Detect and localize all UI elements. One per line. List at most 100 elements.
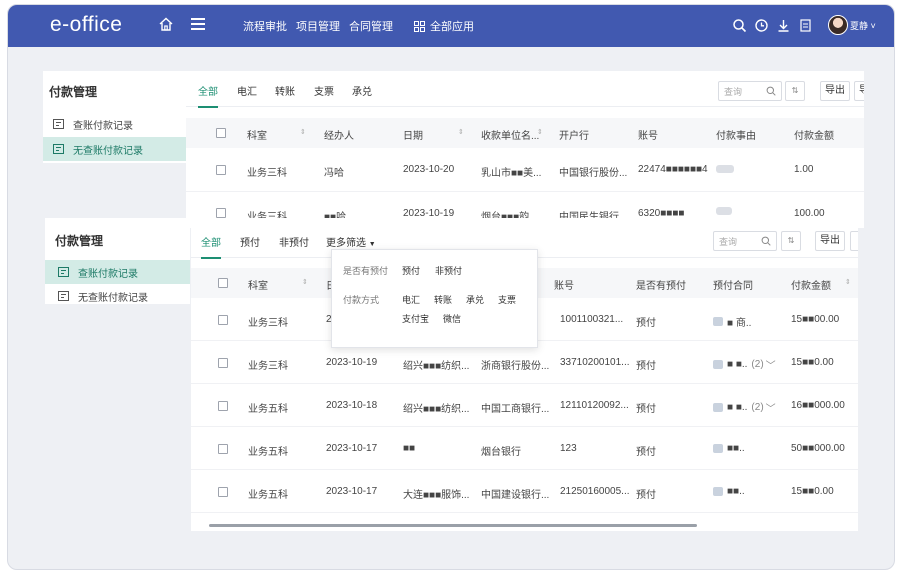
col-amount[interactable]: 付款金额: [794, 127, 834, 142]
search-input[interactable]: 查询: [713, 231, 777, 251]
sort-icon[interactable]: ⇕: [302, 278, 308, 286]
row-checkbox[interactable]: [218, 487, 228, 497]
filter-option-check[interactable]: 支票: [498, 293, 516, 306]
cell-date: 2023-10-20: [403, 164, 455, 175]
contract-name: ■■..: [727, 486, 745, 497]
cell-dept: 业务三科: [248, 361, 288, 372]
col-prepaid[interactable]: 是否有预付: [636, 277, 686, 292]
col-dept[interactable]: 科室: [247, 127, 267, 142]
tab-prepaid[interactable]: 预付: [240, 234, 260, 249]
tab-non-prepaid[interactable]: 非预付: [279, 234, 309, 249]
chevron-down-icon[interactable]: ﹀: [766, 400, 776, 415]
chevron-down-icon[interactable]: ﹀: [766, 357, 776, 372]
select-all-checkbox[interactable]: [218, 278, 228, 288]
sort-icon[interactable]: ⇕: [537, 128, 543, 136]
col-account[interactable]: 账号: [638, 127, 658, 142]
nav-projects[interactable]: 项目管理: [296, 18, 340, 34]
table-row[interactable]: 业务五科 2023-10-18 绍兴■■■纺织... 中国工商银行... 121…: [191, 384, 858, 427]
tab-acceptance[interactable]: 承兑: [352, 83, 372, 98]
cell-bank: 中国建设银行...: [481, 490, 550, 501]
nav-contracts[interactable]: 合同管理: [349, 18, 393, 34]
col-handler[interactable]: 经办人: [324, 127, 354, 142]
filter-button[interactable]: ⇅: [781, 231, 801, 251]
tab-check[interactable]: 支票: [314, 83, 334, 98]
row-checkbox[interactable]: [216, 165, 226, 175]
col-dept[interactable]: 科室: [248, 277, 268, 292]
table-row[interactable]: 业务五科 2023-10-17 大连■■■服饰... 中国建设银行... 212…: [191, 470, 858, 513]
tab-more-filters[interactable]: 更多筛选 ▼: [326, 234, 376, 249]
table-header: 科室 ⇕ 经办人 日期 ⇕ 收款单位名... ⇕ 开户行 账号 付款事由 付款金…: [186, 118, 864, 148]
sidebar-item-audit-records[interactable]: 查账付款记录: [45, 260, 190, 284]
user-avatar[interactable]: [828, 15, 848, 35]
sort-icon[interactable]: ⇕: [300, 128, 306, 136]
app-logo: e-office: [50, 13, 123, 36]
more-button[interactable]: [850, 231, 858, 251]
col-date[interactable]: 日期: [403, 127, 423, 142]
filter-option-wechat[interactable]: 微信: [443, 312, 461, 325]
menu-icon[interactable]: [190, 17, 206, 31]
clock-icon[interactable]: [754, 18, 769, 33]
filter-option-acceptance[interactable]: 承兑: [466, 293, 484, 306]
horizontal-scrollbar[interactable]: [209, 524, 697, 527]
cell-account: 123: [560, 443, 577, 454]
sort-icon[interactable]: ⇕: [845, 278, 851, 286]
cell-reason: [716, 206, 732, 217]
row-checkbox[interactable]: [218, 315, 228, 325]
tab-all[interactable]: 全部: [198, 83, 218, 108]
sidebar-item-no-audit-records[interactable]: 无查账付款记录: [45, 284, 190, 308]
search-icon[interactable]: [732, 18, 747, 33]
download-icon[interactable]: [776, 18, 791, 33]
row-checkbox[interactable]: [216, 208, 226, 218]
row-checkbox[interactable]: [218, 444, 228, 454]
filter-option-prepaid[interactable]: 预付: [402, 264, 420, 277]
sidebar-item-no-audit-records[interactable]: 无查账付款记录: [43, 137, 186, 161]
col-account[interactable]: 账号: [554, 277, 574, 292]
cell-contract[interactable]: ■ ■.. (2) ﹀: [713, 357, 776, 372]
payment-list-top: 全部 电汇 转账 支票 承兑 查询 ⇅ 导出 导 科室 ⇕ 经办人 日期 ⇕ 收…: [186, 71, 864, 228]
col-payee[interactable]: 收款单位名...: [481, 127, 539, 142]
cell-amount: 50■■000.00: [791, 443, 845, 454]
more-filters-dropdown: 是否有预付 预付 非预付 付款方式 电汇 转账 承兑 支票 支付宝 微信: [331, 249, 538, 348]
cell-contract[interactable]: ■■..: [713, 443, 745, 456]
col-reason[interactable]: 付款事由: [716, 127, 756, 142]
document-icon[interactable]: [798, 18, 813, 33]
export-button[interactable]: 导出: [820, 81, 850, 101]
cell-contract[interactable]: ■ 商..: [713, 314, 751, 329]
table-row[interactable]: 业务三科 冯哈 2023-10-20 乳山市■■美... 中国银行股份... 2…: [186, 148, 864, 192]
user-name[interactable]: 夏静 ˅: [850, 19, 876, 32]
row-checkbox[interactable]: [218, 401, 228, 411]
tab-bar: 全部 电汇 转账 支票 承兑 查询 ⇅ 导出 导: [186, 71, 864, 108]
cell-dept: 业务五科: [248, 404, 288, 415]
tab-transfer[interactable]: 转账: [275, 83, 295, 98]
cell-account: 1001100321...: [560, 314, 624, 325]
nav-all-apps[interactable]: 全部应用: [414, 18, 474, 34]
filter-option-alipay[interactable]: 支付宝: [402, 312, 429, 325]
cell-payee: ■■: [403, 443, 416, 454]
export-button[interactable]: 导出: [815, 231, 845, 251]
home-icon[interactable]: [158, 16, 174, 32]
row-checkbox[interactable]: [218, 358, 228, 368]
sidebar-item-audit-records[interactable]: 查账付款记录: [43, 112, 186, 136]
table-row[interactable]: 业务五科 2023-10-17 ■■ 烟台银行 123 预付 ■■.. 50■■…: [191, 427, 858, 470]
tab-all[interactable]: 全部: [201, 234, 221, 259]
select-all-checkbox[interactable]: [216, 128, 226, 138]
more-button[interactable]: 导: [854, 81, 864, 101]
col-bank[interactable]: 开户行: [559, 127, 589, 142]
cell-contract[interactable]: ■ ■.. (2) ﹀: [713, 400, 776, 415]
filter-option-transfer[interactable]: 转账: [434, 293, 452, 306]
tab-wire[interactable]: 电汇: [237, 83, 257, 98]
contract-name: ■ ■..: [727, 359, 748, 370]
nav-workflow[interactable]: 流程审批: [243, 18, 287, 34]
filter-option-non-prepaid[interactable]: 非预付: [435, 264, 462, 277]
cell-dept: 业务三科: [247, 168, 287, 179]
cell-contract[interactable]: ■■..: [713, 486, 745, 499]
sort-icon[interactable]: ⇕: [458, 128, 464, 136]
sidebar-item-label: 无查账付款记录: [78, 292, 148, 304]
filter-button[interactable]: ⇅: [785, 81, 805, 101]
cell-dept: 业务五科: [248, 447, 288, 458]
search-input[interactable]: 查询: [718, 81, 782, 101]
filter-option-wire[interactable]: 电汇: [402, 293, 420, 306]
col-contract[interactable]: 预付合同: [713, 277, 753, 292]
cell-account: 21250160005...: [560, 486, 630, 497]
col-amount[interactable]: 付款金额: [791, 277, 831, 292]
